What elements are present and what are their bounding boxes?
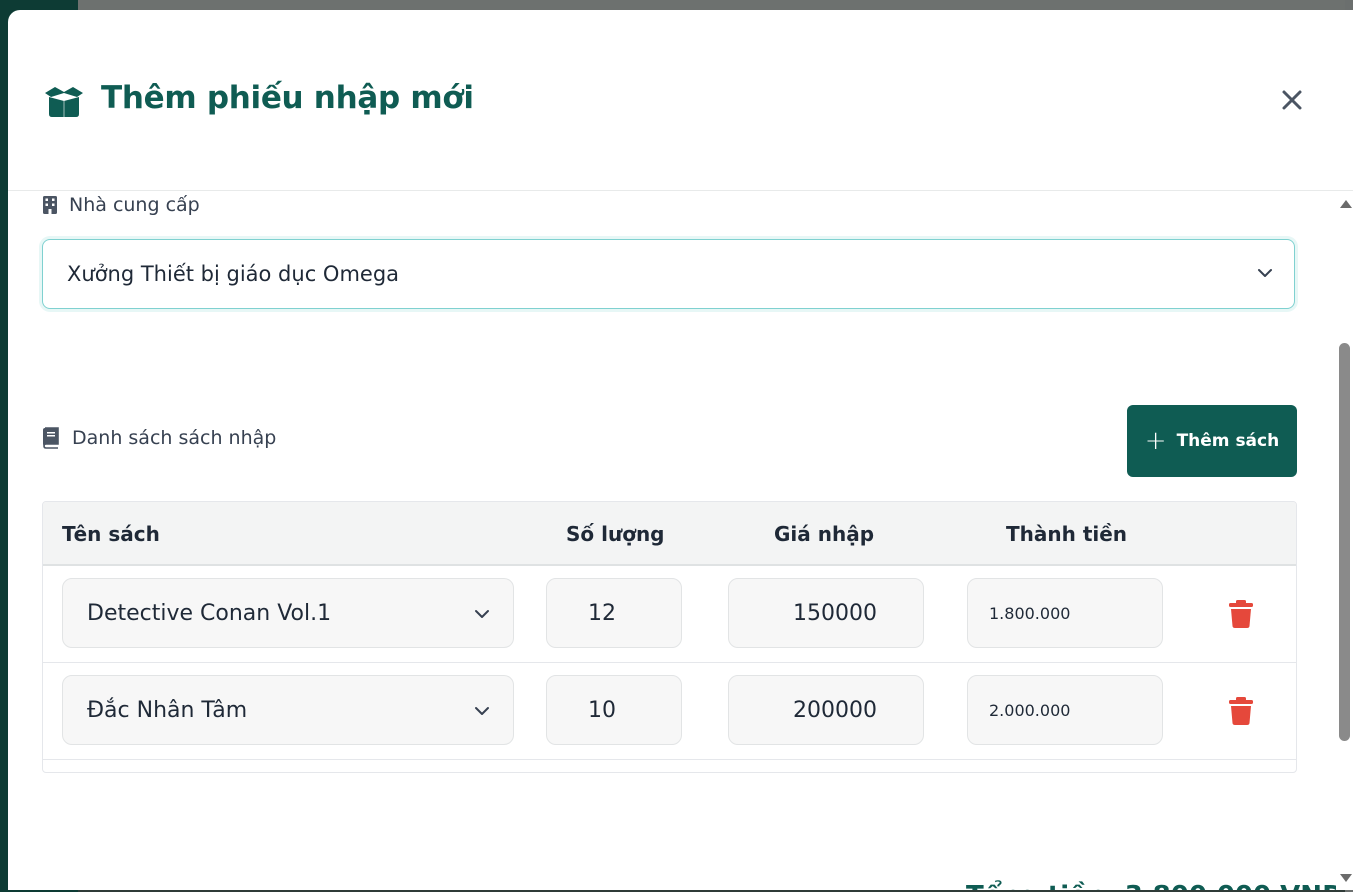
quantity-input[interactable]: 12 bbox=[546, 578, 682, 648]
price-input[interactable]: 200000 bbox=[728, 675, 924, 745]
scroll-up-arrow[interactable] bbox=[1340, 200, 1352, 208]
modal-header: Thêm phiếu nhập mới bbox=[8, 10, 1353, 191]
quantity-value: 12 bbox=[588, 601, 616, 626]
book-select[interactable]: Detective Conan Vol.1 bbox=[62, 578, 514, 648]
price-value: 200000 bbox=[793, 698, 877, 723]
trash-icon[interactable] bbox=[1228, 696, 1254, 726]
scrollbar-thumb[interactable] bbox=[1339, 343, 1350, 741]
books-label: Danh sách sách nhập bbox=[42, 427, 276, 449]
supplier-select-value: Xưởng Thiết bị giáo dục Omega bbox=[67, 262, 400, 286]
column-header-total: Thành tiền bbox=[1006, 522, 1128, 546]
books-table: Tên sách Số lượng Giá nhập Thành tiền De… bbox=[42, 501, 1297, 773]
line-total-value: 1.800.000 bbox=[989, 604, 1071, 623]
scrollbar[interactable] bbox=[1336, 191, 1353, 890]
quantity-input[interactable]: 10 bbox=[546, 675, 682, 745]
book-select-value: Đắc Nhân Tâm bbox=[87, 698, 248, 723]
price-input[interactable]: 150000 bbox=[728, 578, 924, 648]
add-import-receipt-modal: Thêm phiếu nhập mới Nhà cung cấp Xưởng T… bbox=[8, 10, 1353, 890]
close-button[interactable] bbox=[1276, 84, 1308, 116]
supplier-label-text: Nhà cung cấp bbox=[69, 194, 200, 216]
grand-total: Tổng tiền: 3.800.000 VNĐ bbox=[966, 881, 1344, 890]
table-row: Detective Conan Vol.1 12 150000 1.800.00… bbox=[43, 566, 1296, 663]
book-icon bbox=[43, 427, 59, 449]
scroll-down-arrow[interactable] bbox=[1340, 874, 1352, 882]
add-book-button[interactable]: + Thêm sách bbox=[1127, 405, 1297, 477]
supplier-select[interactable]: Xưởng Thiết bị giáo dục Omega bbox=[42, 239, 1295, 309]
close-icon bbox=[1282, 90, 1302, 110]
box-open-icon bbox=[45, 87, 83, 117]
book-select[interactable]: Đắc Nhân Tâm bbox=[62, 675, 514, 745]
modal-title: Thêm phiếu nhập mới bbox=[101, 80, 474, 116]
building-icon bbox=[43, 196, 57, 214]
chevron-down-icon bbox=[475, 707, 489, 715]
price-value: 150000 bbox=[793, 601, 877, 626]
line-total-value: 2.000.000 bbox=[989, 701, 1071, 720]
modal-body: Nhà cung cấp Xưởng Thiết bị giáo dục Ome… bbox=[8, 191, 1353, 890]
background-overlay bbox=[78, 0, 1353, 10]
chevron-down-icon bbox=[475, 610, 489, 618]
book-select-value: Detective Conan Vol.1 bbox=[87, 601, 332, 626]
table-header: Tên sách Số lượng Giá nhập Thành tiền bbox=[43, 502, 1296, 566]
table-row: Đắc Nhân Tâm 10 200000 2.000.000 bbox=[43, 663, 1296, 760]
quantity-value: 10 bbox=[588, 698, 616, 723]
column-header-quantity: Số lượng bbox=[566, 522, 665, 546]
chevron-down-icon bbox=[1258, 269, 1272, 277]
trash-icon[interactable] bbox=[1228, 599, 1254, 629]
add-book-button-label: Thêm sách bbox=[1176, 431, 1280, 451]
books-label-text: Danh sách sách nhập bbox=[72, 427, 277, 449]
supplier-label: Nhà cung cấp bbox=[42, 194, 200, 216]
line-total-field: 1.800.000 bbox=[967, 578, 1163, 648]
column-header-price: Giá nhập bbox=[774, 522, 875, 546]
line-total-field: 2.000.000 bbox=[967, 675, 1163, 745]
column-header-name: Tên sách bbox=[62, 522, 160, 546]
plus-icon: + bbox=[1144, 426, 1167, 456]
